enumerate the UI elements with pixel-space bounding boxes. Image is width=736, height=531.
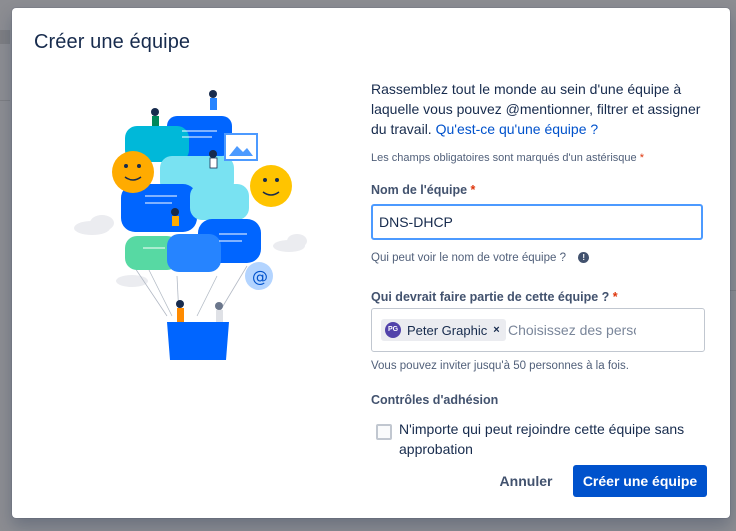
dialog-title: Créer une équipe <box>34 31 191 53</box>
cancel-button[interactable]: Annuler <box>490 465 562 497</box>
members-picker[interactable]: PG Peter Graphic × <box>371 308 705 352</box>
team-name-helper: Qui peut voir le nom de votre équipe ? ! <box>371 252 590 264</box>
intro-paragraph: Rassemblez tout le monde au sein d'une é… <box>371 79 711 139</box>
required-asterisk: * <box>612 290 618 304</box>
info-icon[interactable]: ! <box>578 252 590 264</box>
background-fragment <box>0 100 10 101</box>
required-fields-note: Les champs obligatoires sont marqués d'u… <box>371 152 711 164</box>
background-fragment <box>0 30 10 44</box>
member-chip-label: Peter Graphic <box>407 322 488 338</box>
what-is-a-team-link[interactable]: Qu'est-ce qu'une équipe ? <box>436 121 599 137</box>
required-asterisk: * <box>639 152 644 164</box>
open-membership-checkbox-label[interactable]: N'importe qui peut rejoindre cette équip… <box>399 419 699 459</box>
member-chip: PG Peter Graphic × <box>381 319 506 341</box>
remove-member-icon[interactable]: × <box>493 324 499 336</box>
required-asterisk: * <box>470 183 476 197</box>
team-name-helper-text: Qui peut voir le nom de votre équipe ? <box>371 252 566 264</box>
team-balloon-illustration: @ <box>74 90 307 360</box>
team-name-label: Nom de l'équipe * <box>371 183 475 197</box>
open-membership-checkbox[interactable] <box>376 424 392 440</box>
members-label: Qui devrait faire partie de cette équipe… <box>371 290 618 304</box>
membership-controls-label: Contrôles d'adhésion <box>371 393 499 407</box>
members-helper: Vous pouvez inviter jusqu'à 50 personnes… <box>371 360 629 372</box>
background-fragment <box>730 290 736 291</box>
svg-text:@: @ <box>252 267 268 286</box>
team-name-label-text: Nom de l'équipe <box>371 183 468 197</box>
members-search-input[interactable] <box>508 319 636 341</box>
create-team-dialog: Créer une équipe @ Rassemblez tout le mo… <box>12 8 730 518</box>
form-content: Rassemblez tout le monde au sein d'une é… <box>371 79 711 457</box>
required-note-text: Les champs obligatoires sont marqués d'u… <box>371 152 637 164</box>
avatar: PG <box>385 322 401 338</box>
create-team-button[interactable]: Créer une équipe <box>573 465 707 497</box>
members-label-text: Qui devrait faire partie de cette équipe… <box>371 290 610 304</box>
team-name-input[interactable] <box>371 204 703 240</box>
